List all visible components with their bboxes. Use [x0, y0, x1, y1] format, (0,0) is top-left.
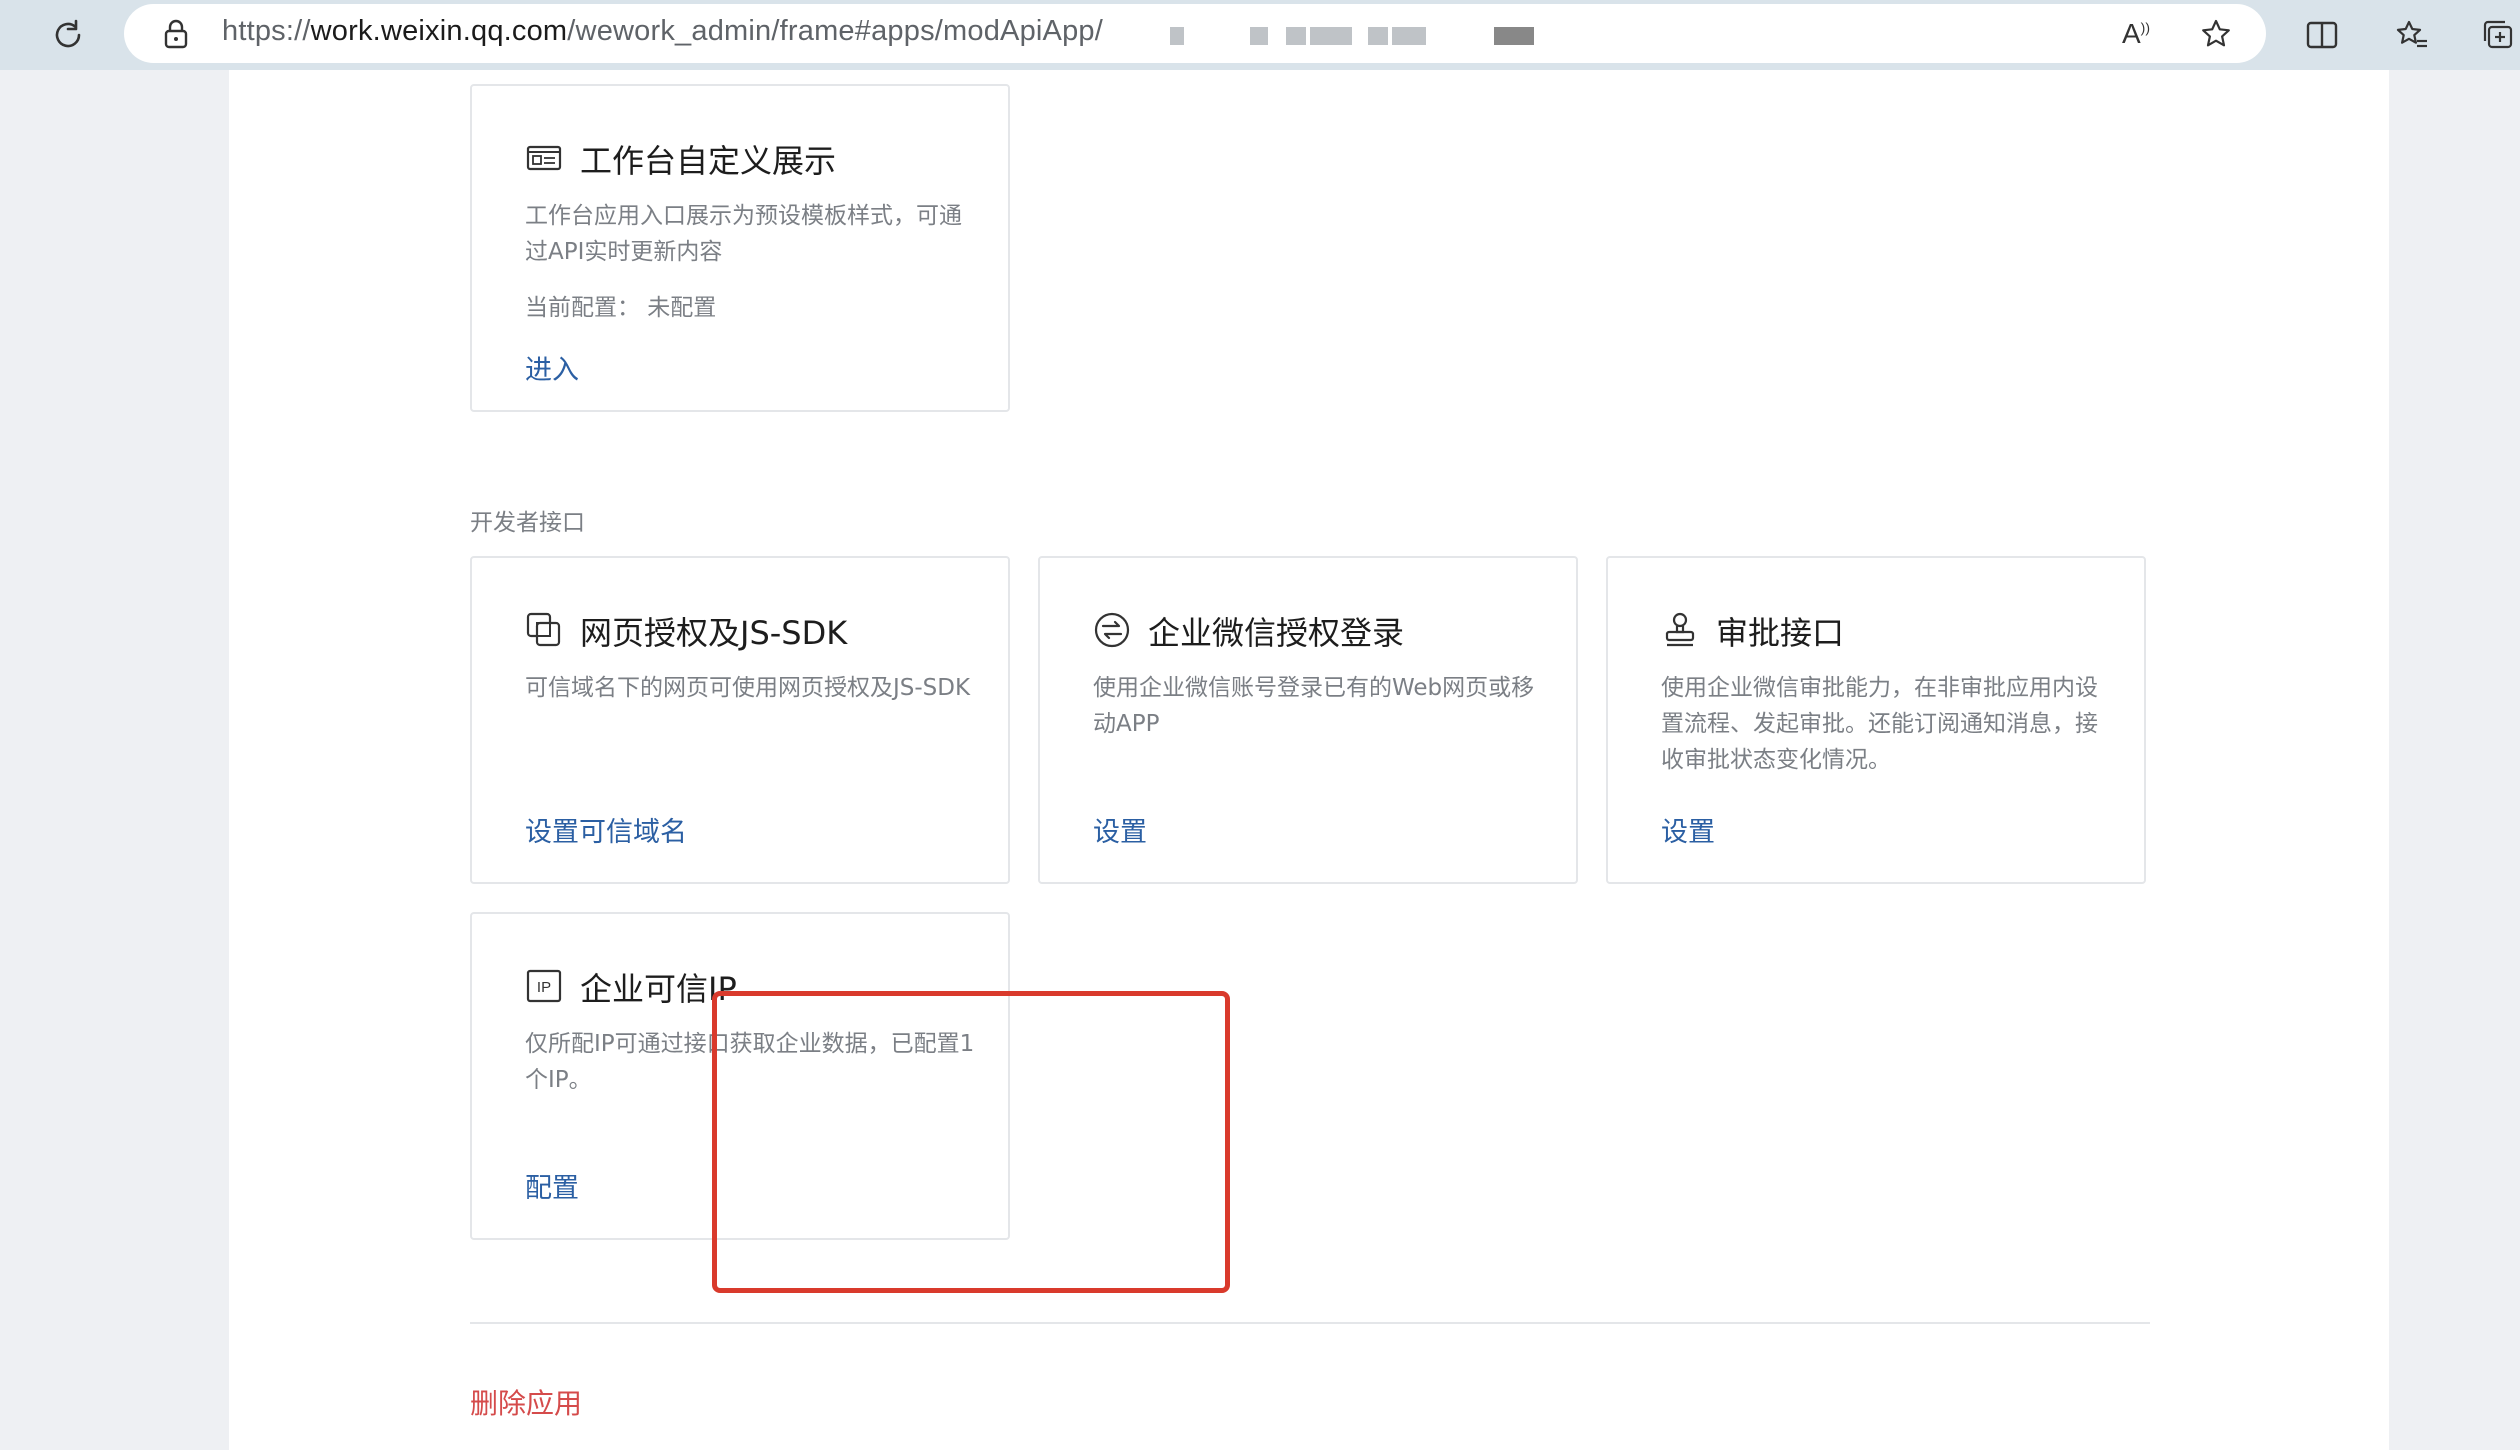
approval-settings-link[interactable]: 设置	[1661, 810, 1715, 849]
delete-app-link[interactable]: 删除应用	[470, 1382, 582, 1422]
lock-icon[interactable]	[156, 14, 196, 54]
read-aloud-icon[interactable]: A))	[2116, 14, 2156, 54]
card-title: 企业微信授权登录	[1148, 614, 1405, 652]
browser-toolbar: https://work.weixin.qq.com/wework_admin/…	[0, 0, 2520, 70]
current-config-status: 当前配置： 未配置	[525, 295, 717, 321]
redacted-url-segment	[1170, 27, 1184, 45]
set-trusted-domain-link[interactable]: 设置可信域名	[525, 810, 687, 849]
card-title: 网页授权及JS-SDK	[580, 614, 848, 652]
annotation-highlight-box	[712, 991, 1230, 1293]
favorite-star-icon[interactable]	[2196, 14, 2236, 54]
configure-ip-link[interactable]: 配置	[525, 1166, 579, 1205]
refresh-icon[interactable]	[48, 15, 88, 55]
card-wework-oauth-login: 企业微信授权登录 使用企业微信账号登录已有的Web网页或移动APP 设置	[1038, 556, 1578, 884]
card-description: 使用企业微信账号登录已有的Web网页或移动APP	[1093, 675, 1535, 737]
divider	[470, 1322, 2150, 1324]
collections-icon[interactable]	[2478, 15, 2518, 55]
redacted-url-segment	[1368, 27, 1388, 45]
oauth-login-icon	[1093, 611, 1131, 649]
card-workbench-display: 工作台自定义展示 工作台应用入口展示为预设模板样式，可通过API实时更新内容 当…	[470, 84, 1010, 412]
approval-stamp-icon	[1661, 611, 1699, 649]
web-auth-icon	[525, 611, 563, 649]
url-text[interactable]: https://work.weixin.qq.com/wework_admin/…	[222, 15, 1103, 48]
redacted-url-segment	[1250, 27, 1268, 45]
address-bar[interactable]: https://work.weixin.qq.com/wework_admin/…	[124, 4, 2266, 63]
section-title-developer-api: 开发者接口	[470, 510, 585, 536]
oauth-settings-link[interactable]: 设置	[1093, 810, 1147, 849]
card-title: 审批接口	[1716, 614, 1845, 652]
ip-icon: IP	[525, 967, 563, 1005]
redacted-url-segment	[1392, 27, 1426, 45]
redacted-url-segment	[1310, 27, 1352, 45]
card-description: 可信域名下的网页可使用网页授权及JS-SDK	[525, 675, 971, 701]
split-screen-icon[interactable]	[2302, 15, 2342, 55]
card-description: 使用企业微信审批能力，在非审批应用内设置流程、发起审批。还能订阅通知消息，接收审…	[1661, 675, 2098, 773]
workbench-display-icon	[525, 139, 563, 177]
favorites-icon[interactable]	[2392, 15, 2432, 55]
card-description: 工作台应用入口展示为预设模板样式，可通过API实时更新内容	[525, 203, 962, 265]
app-detail-page: 工作台自定义展示 工作台应用入口展示为预设模板样式，可通过API实时更新内容 当…	[229, 70, 2389, 1450]
card-title: 工作台自定义展示	[580, 142, 837, 180]
redacted-url-segment	[1286, 27, 1306, 45]
enter-link[interactable]: 进入	[525, 348, 579, 387]
redacted-url-segment	[1494, 27, 1534, 45]
card-web-auth-jssdk: 网页授权及JS-SDK 可信域名下的网页可使用网页授权及JS-SDK 设置可信域…	[470, 556, 1010, 884]
svg-text:IP: IP	[537, 979, 551, 996]
card-approval-api: 审批接口 使用企业微信审批能力，在非审批应用内设置流程、发起审批。还能订阅通知消…	[1606, 556, 2146, 884]
